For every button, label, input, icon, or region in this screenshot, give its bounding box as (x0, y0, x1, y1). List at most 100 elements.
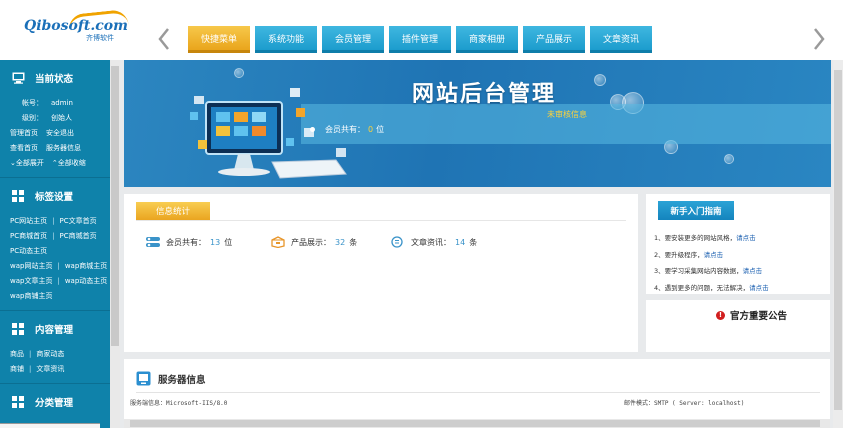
member-unit: 位 (376, 125, 385, 134)
scrollbar-thumb[interactable] (130, 420, 820, 427)
sidebar-section-header[interactable]: 内容管理 (0, 311, 110, 347)
sidebar-link-pc-dynamic[interactable]: PC动态主页 (10, 244, 47, 259)
guide-link[interactable]: 请点击 (704, 251, 724, 259)
member-label: 会员共有： (325, 125, 365, 134)
member-count-value: 0 (368, 125, 374, 134)
sidebar-link-articles[interactable]: 文章资讯 (36, 362, 64, 377)
banner: 网站后台管理 未审核信息 会员共有： 0 位 (124, 60, 831, 187)
sidebar-section-header[interactable]: 分类管理 (0, 384, 110, 420)
stat-articles: 文章资讯： 14 条 (391, 236, 477, 248)
sidebar-link-logout[interactable]: 安全退出 (46, 126, 74, 141)
stat-members: 会员共有： 13 位 (146, 236, 232, 248)
sidebar-section-header[interactable]: 标签设置 (0, 178, 110, 214)
main-scrollbar[interactable] (833, 60, 843, 428)
sidebar-link-pc-mall[interactable]: PC商城首页 (10, 229, 47, 244)
sidebar-section-category: 分类管理 商品|商家动态 (0, 384, 110, 428)
document-icon (391, 236, 403, 248)
chevron-left-icon (158, 28, 169, 50)
sidebar-section-title: 当前状态 (35, 74, 74, 85)
server-info-title: 服务器信息 (158, 374, 206, 386)
sidebar-section-title: 标签设置 (35, 192, 74, 203)
stat-unit: 位 (224, 237, 233, 247)
scroll-right-button[interactable] (812, 27, 826, 51)
sidebar-section-title: 内容管理 (35, 325, 74, 336)
sidebar-section-header[interactable]: 当前状态 (0, 60, 110, 96)
server-icon (136, 371, 151, 386)
notice-title[interactable]: ! 官方重要公告 (716, 308, 787, 322)
guide-link[interactable]: 请点击 (749, 284, 769, 292)
guide-text: 1、要安装更多的网站风格， (654, 234, 737, 242)
sidebar-link-wap-home[interactable]: wap网站主页 (10, 259, 52, 274)
sidebar-link-wap-dynamic[interactable]: wap动态主页 (65, 274, 107, 289)
guide-title: 新手入门指南 (658, 201, 734, 220)
server-info-panel: 服务器信息 服务端信息：Microsoft-IIS/8.0 邮件模式：SMTP … (124, 359, 830, 428)
tab-members[interactable]: 会员管理 (322, 26, 384, 53)
sidebar-link-pc-home[interactable]: PC网站主页 (10, 214, 47, 229)
tab-quick-menu[interactable]: 快捷菜单 (188, 26, 250, 53)
sidebar-link-wap-mall[interactable]: wap商城主页 (65, 259, 107, 274)
stat-label: 会员共有： (166, 237, 206, 247)
level-label: 级别： (22, 114, 43, 122)
tab-plugins[interactable]: 插件管理 (389, 26, 451, 53)
box-icon (271, 236, 285, 248)
stat-value: 14 (455, 237, 466, 247)
sidebar-link-view-home[interactable]: 查看首页 (10, 141, 38, 156)
stat-unit: 条 (349, 237, 358, 247)
sidebar-collapse-all[interactable]: 全部收缩 (58, 156, 86, 171)
sidebar-link-merchant-news[interactable]: 商家动态 (36, 347, 64, 362)
list-item: 2、要升级程序，请点击 (654, 247, 769, 264)
sidebar-link-pc-article[interactable]: PC文章首页 (59, 214, 96, 229)
alert-icon: ! (716, 310, 725, 320)
scroll-left-button[interactable] (157, 27, 171, 51)
chevron-right-icon (814, 28, 825, 50)
account-label: 帐号： (22, 99, 43, 107)
guide-text: 2、要升级程序， (654, 250, 704, 259)
horizontal-scrollbar[interactable] (124, 419, 830, 428)
tab-products[interactable]: 产品展示 (523, 26, 585, 53)
sidebar-section-status: 当前状态 帐号： admin 级别： 创始人 管理首页 安全退出 查看首页 服务器信息 … (0, 60, 110, 178)
sidebar-link-wap-article[interactable]: wap文章主页 (10, 274, 52, 289)
sidebar-section-title: 分类管理 (35, 398, 74, 409)
unaudited-info-link[interactable]: 未审核信息 (547, 109, 587, 120)
sidebar-link-admin-home[interactable]: 管理首页 (10, 126, 38, 141)
sidebar-section-tags: 标签设置 PC网站主页 | PC文章首页 PC商城首页 | PC商城首页 PC动态主页 … (0, 178, 110, 311)
sidebar-link-pc-mall-2[interactable]: PC商城首页 (59, 229, 96, 244)
bubble-decoration (594, 74, 606, 86)
top-bar: Qibosoft.com 齐博软件 快捷菜单 系统功能 会员管理 插件管理 商家… (0, 0, 843, 60)
sidebar-link-wap-shop[interactable]: wap商铺主页 (10, 289, 52, 304)
notice-title-text: 官方重要公告 (730, 311, 788, 322)
banner-title: 网站后台管理 (412, 82, 557, 107)
level-value: 创始人 (51, 114, 72, 122)
sidebar-expand-all[interactable]: 全部展开 (16, 156, 44, 171)
sidebar-scrollbar[interactable] (110, 60, 120, 428)
sidebar-section-content: 内容管理 商品 | 商家动态 商铺 | 文章资讯 (0, 311, 110, 384)
tab-articles[interactable]: 文章资讯 (590, 26, 652, 53)
scrollbar-thumb[interactable] (111, 66, 119, 346)
logo-text: Qibosoft.com (24, 18, 128, 34)
guide-link[interactable]: 请点击 (736, 234, 756, 242)
list-item: 1、要安装更多的网站风格，请点击 (654, 230, 769, 247)
list-item: 3、要学习采集网站内容数据，请点击 (654, 263, 769, 280)
banner-member-count: 会员共有： 0 位 (310, 124, 384, 135)
divider (136, 220, 626, 221)
tab-system[interactable]: 系统功能 (255, 26, 317, 53)
official-notice-panel: ! 官方重要公告 (646, 300, 830, 352)
sidebar-link-goods[interactable]: 商品 (10, 347, 24, 362)
info-stats-panel: 信息统计 会员共有： 13 位 产品展示： 32 条 文章资讯： 14 条 (124, 194, 638, 352)
tab-albums[interactable]: 商家相册 (456, 26, 518, 53)
stat-label: 产品展示： (291, 237, 331, 247)
list-item: 4、遇到更多的问题，无法解决，请点击 (654, 280, 769, 297)
bullet-icon (310, 127, 315, 132)
beginner-guide-panel: 新手入门指南 1、要安装更多的网站风格，请点击 2、要升级程序，请点击 3、要学… (646, 194, 830, 294)
guide-link[interactable]: 请点击 (743, 267, 763, 275)
sidebar-link-server-info[interactable]: 服务器信息 (46, 141, 81, 156)
bubble-decoration (724, 154, 734, 164)
grid-icon (12, 396, 24, 408)
guide-text: 3、要学习采集网站内容数据， (654, 267, 743, 275)
logo[interactable]: Qibosoft.com 齐博软件 (14, 8, 129, 48)
account-value: admin (51, 99, 73, 107)
guide-list: 1、要安装更多的网站风格，请点击 2、要升级程序，请点击 3、要学习采集网站内容… (654, 230, 769, 296)
sidebar-link-shops[interactable]: 商铺 (10, 362, 24, 377)
scrollbar-thumb[interactable] (834, 70, 842, 410)
nav-tabs: 快捷菜单 系统功能 会员管理 插件管理 商家相册 产品展示 文章资讯 (188, 26, 652, 53)
